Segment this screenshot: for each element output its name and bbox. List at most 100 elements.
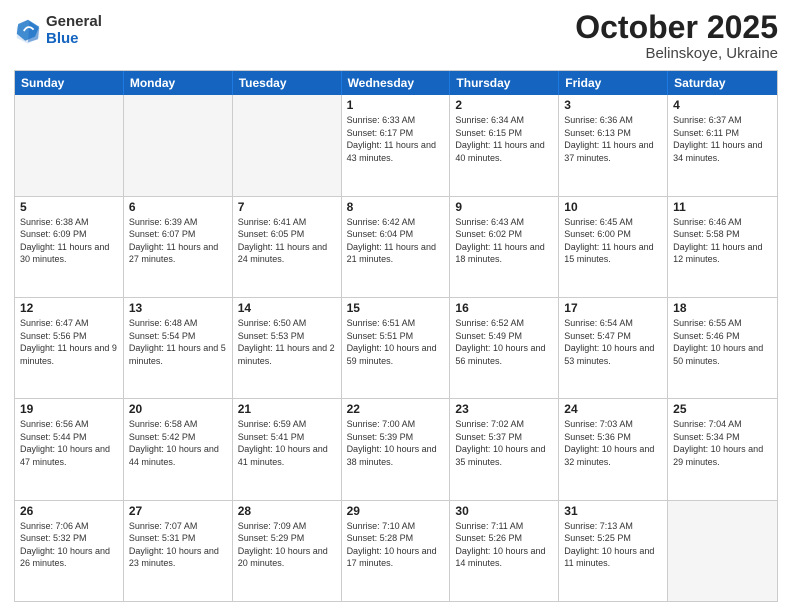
calendar: SundayMondayTuesdayWednesdayThursdayFrid… [14,70,778,602]
logo-text: General Blue [46,14,102,47]
calendar-cell: 12 Sunrise: 6:47 AM Sunset: 5:56 PM Dayli… [15,298,124,398]
calendar-cell: 5 Sunrise: 6:38 AM Sunset: 6:09 PM Daylig… [15,197,124,297]
cell-info: Sunrise: 7:06 AM Sunset: 5:32 PM Dayligh… [20,520,118,570]
day-number: 26 [20,504,118,518]
calendar-cell: 26 Sunrise: 7:06 AM Sunset: 5:32 PM Dayli… [15,501,124,601]
cell-info: Sunrise: 6:59 AM Sunset: 5:41 PM Dayligh… [238,418,336,468]
calendar-cell: 13 Sunrise: 6:48 AM Sunset: 5:54 PM Dayli… [124,298,233,398]
calendar-cell: 31Sunrise: 7:13 AM Sunset: 5:25 PM Dayli… [559,501,668,601]
calendar-body: 1 Sunrise: 6:33 AM Sunset: 6:17 PM Daylig… [15,95,777,601]
day-number: 29 [347,504,445,518]
day-number: 3 [564,98,662,112]
day-number: 9 [455,200,553,214]
day-number: 21 [238,402,336,416]
day-number: 25 [673,402,772,416]
day-number: 23 [455,402,553,416]
calendar-cell: 11 Sunrise: 6:46 AM Sunset: 5:58 PM Dayli… [668,197,777,297]
cell-info: Sunrise: 6:37 AM Sunset: 6:11 PM Dayligh… [673,114,772,164]
calendar-cell: 24 Sunrise: 7:03 AM Sunset: 5:36 PM Dayli… [559,399,668,499]
calendar-cell: 17 Sunrise: 6:54 AM Sunset: 5:47 PM Dayli… [559,298,668,398]
cell-info: Sunrise: 6:48 AM Sunset: 5:54 PM Dayligh… [129,317,227,367]
calendar-cell: 14Sunrise: 6:50 AM Sunset: 5:53 PM Dayli… [233,298,342,398]
calendar-cell: 7 Sunrise: 6:41 AM Sunset: 6:05 PM Daylig… [233,197,342,297]
calendar-row: 12 Sunrise: 6:47 AM Sunset: 5:56 PM Dayli… [15,297,777,398]
day-number: 13 [129,301,227,315]
calendar-row: 26 Sunrise: 7:06 AM Sunset: 5:32 PM Dayli… [15,500,777,601]
day-number: 15 [347,301,445,315]
calendar-cell: 2 Sunrise: 6:34 AM Sunset: 6:15 PM Daylig… [450,95,559,195]
day-number: 31 [564,504,662,518]
logo: General Blue [14,14,102,47]
calendar-cell: 19Sunrise: 6:56 AM Sunset: 5:44 PM Dayli… [15,399,124,499]
header: General Blue October 2025 Belinskoye, Uk… [14,10,778,62]
day-number: 20 [129,402,227,416]
cell-info: Sunrise: 7:10 AM Sunset: 5:28 PM Dayligh… [347,520,445,570]
weekday-header: Friday [559,71,668,95]
day-number: 30 [455,504,553,518]
calendar-cell: 8 Sunrise: 6:42 AM Sunset: 6:04 PM Daylig… [342,197,451,297]
calendar-subtitle: Belinskoye, Ukraine [575,45,778,62]
day-number: 4 [673,98,772,112]
cell-info: Sunrise: 7:04 AM Sunset: 5:34 PM Dayligh… [673,418,772,468]
cell-info: Sunrise: 6:52 AM Sunset: 5:49 PM Dayligh… [455,317,553,367]
cell-info: Sunrise: 6:41 AM Sunset: 6:05 PM Dayligh… [238,216,336,266]
day-number: 18 [673,301,772,315]
cell-info: Sunrise: 6:36 AM Sunset: 6:13 PM Dayligh… [564,114,662,164]
calendar-cell: 6 Sunrise: 6:39 AM Sunset: 6:07 PM Daylig… [124,197,233,297]
day-number: 7 [238,200,336,214]
calendar-header: SundayMondayTuesdayWednesdayThursdayFrid… [15,71,777,95]
calendar-cell: 28 Sunrise: 7:09 AM Sunset: 5:29 PM Dayli… [233,501,342,601]
calendar-cell: 10 Sunrise: 6:45 AM Sunset: 6:00 PM Dayli… [559,197,668,297]
logo-blue: Blue [46,31,102,48]
cell-info: Sunrise: 6:55 AM Sunset: 5:46 PM Dayligh… [673,317,772,367]
calendar-cell: 16 Sunrise: 6:52 AM Sunset: 5:49 PM Dayli… [450,298,559,398]
day-number: 11 [673,200,772,214]
day-number: 22 [347,402,445,416]
day-number: 2 [455,98,553,112]
day-number: 17 [564,301,662,315]
day-number: 16 [455,301,553,315]
calendar-cell: 9 Sunrise: 6:43 AM Sunset: 6:02 PM Daylig… [450,197,559,297]
day-number: 5 [20,200,118,214]
calendar-cell: 27 Sunrise: 7:07 AM Sunset: 5:31 PM Dayli… [124,501,233,601]
calendar-cell [233,95,342,195]
weekday-header: Saturday [668,71,777,95]
day-number: 1 [347,98,445,112]
day-number: 10 [564,200,662,214]
calendar-cell: 23 Sunrise: 7:02 AM Sunset: 5:37 PM Dayli… [450,399,559,499]
calendar-cell [124,95,233,195]
cell-info: Sunrise: 6:54 AM Sunset: 5:47 PM Dayligh… [564,317,662,367]
cell-info: Sunrise: 6:34 AM Sunset: 6:15 PM Dayligh… [455,114,553,164]
logo-icon [14,17,42,45]
calendar-cell: 29 Sunrise: 7:10 AM Sunset: 5:28 PM Dayli… [342,501,451,601]
cell-info: Sunrise: 6:42 AM Sunset: 6:04 PM Dayligh… [347,216,445,266]
weekday-header: Wednesday [342,71,451,95]
cell-info: Sunrise: 7:09 AM Sunset: 5:29 PM Dayligh… [238,520,336,570]
cell-info: Sunrise: 6:38 AM Sunset: 6:09 PM Dayligh… [20,216,118,266]
weekday-header: Sunday [15,71,124,95]
title-block: October 2025 Belinskoye, Ukraine [575,10,778,62]
cell-info: Sunrise: 6:46 AM Sunset: 5:58 PM Dayligh… [673,216,772,266]
day-number: 27 [129,504,227,518]
cell-info: Sunrise: 7:03 AM Sunset: 5:36 PM Dayligh… [564,418,662,468]
day-number: 12 [20,301,118,315]
cell-info: Sunrise: 7:02 AM Sunset: 5:37 PM Dayligh… [455,418,553,468]
day-number: 19 [20,402,118,416]
calendar-cell: 22 Sunrise: 7:00 AM Sunset: 5:39 PM Dayli… [342,399,451,499]
calendar-cell: 20Sunrise: 6:58 AM Sunset: 5:42 PM Dayli… [124,399,233,499]
day-number: 6 [129,200,227,214]
weekday-header: Tuesday [233,71,342,95]
cell-info: Sunrise: 7:00 AM Sunset: 5:39 PM Dayligh… [347,418,445,468]
cell-info: Sunrise: 7:07 AM Sunset: 5:31 PM Dayligh… [129,520,227,570]
calendar-row: 1 Sunrise: 6:33 AM Sunset: 6:17 PM Daylig… [15,95,777,195]
day-number: 28 [238,504,336,518]
cell-info: Sunrise: 6:51 AM Sunset: 5:51 PM Dayligh… [347,317,445,367]
cell-info: Sunrise: 6:33 AM Sunset: 6:17 PM Dayligh… [347,114,445,164]
cell-info: Sunrise: 6:45 AM Sunset: 6:00 PM Dayligh… [564,216,662,266]
day-number: 8 [347,200,445,214]
day-number: 24 [564,402,662,416]
cell-info: Sunrise: 6:47 AM Sunset: 5:56 PM Dayligh… [20,317,118,367]
cell-info: Sunrise: 6:39 AM Sunset: 6:07 PM Dayligh… [129,216,227,266]
cell-info: Sunrise: 6:43 AM Sunset: 6:02 PM Dayligh… [455,216,553,266]
calendar-cell: 15 Sunrise: 6:51 AM Sunset: 5:51 PM Dayli… [342,298,451,398]
